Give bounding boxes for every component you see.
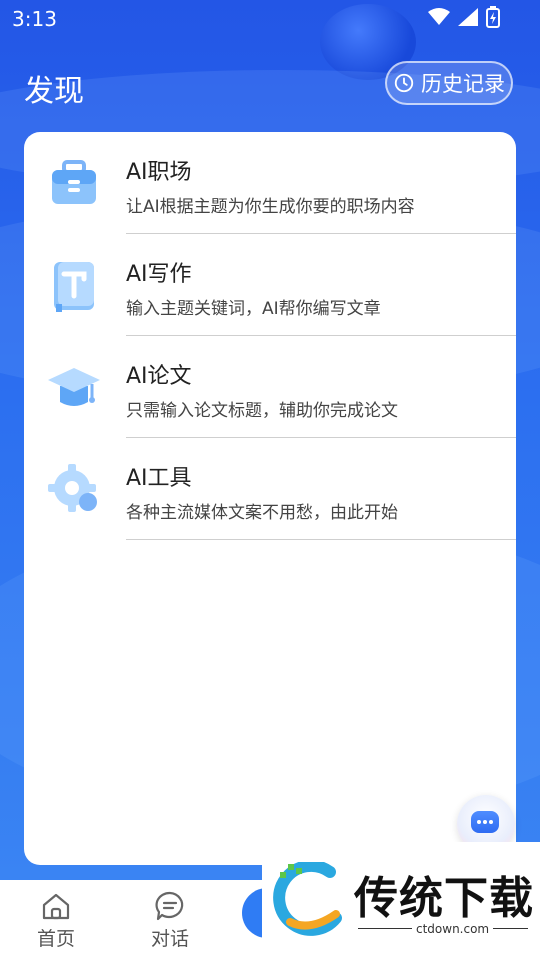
signal-icon — [458, 8, 478, 26]
item-description: 各种主流媒体文案不用愁，由此开始 — [126, 503, 398, 523]
item-title: AI职场 — [126, 160, 192, 185]
item-title: AI工具 — [126, 466, 192, 491]
tab-chat[interactable]: 对话 — [130, 890, 210, 951]
feature-list-card: AI职场 让AI根据主题为你生成你要的职场内容 AI写作 输入主题关键词，AI帮… — [24, 132, 516, 865]
wifi-icon — [428, 8, 450, 25]
divider — [126, 539, 516, 540]
item-description: 输入主题关键词，AI帮你编写文章 — [126, 299, 381, 319]
list-item-ai-writing[interactable]: AI写作 输入主题关键词，AI帮你编写文章 — [24, 234, 516, 336]
watermark-url: ctdown.com — [412, 922, 494, 936]
chat-bubble-icon — [471, 811, 499, 833]
tab-home[interactable]: 首页 — [16, 890, 96, 951]
page-title: 发现 — [24, 74, 84, 109]
item-description: 只需输入论文标题，辅助你完成论文 — [126, 401, 398, 421]
history-button-label: 历史记录 — [421, 72, 505, 96]
status-icons — [428, 6, 500, 28]
chat-icon — [155, 891, 184, 921]
home-icon — [42, 893, 70, 920]
graduation-cap-icon — [48, 368, 100, 406]
item-title: AI写作 — [126, 262, 192, 287]
battery-icon — [486, 6, 500, 28]
tab-home-label: 首页 — [36, 928, 75, 950]
list-item-ai-tools[interactable]: AI工具 各种主流媒体文案不用愁，由此开始 — [24, 438, 516, 540]
history-button[interactable]: 历史记录 — [385, 61, 513, 105]
list-item-ai-paper[interactable]: AI论文 只需输入论文标题，辅助你完成论文 — [24, 336, 516, 438]
watermark: 传统下载 ctdown.com — [262, 842, 540, 960]
item-title: AI论文 — [126, 364, 192, 389]
gear-icon — [48, 464, 97, 512]
watermark-text: 传统下载 — [354, 873, 534, 924]
clock-icon — [394, 73, 414, 93]
list-item-ai-workplace[interactable]: AI职场 让AI根据主题为你生成你要的职场内容 — [24, 132, 516, 234]
briefcase-icon — [52, 160, 96, 204]
watermark-logo-icon — [273, 862, 342, 936]
item-description: 让AI根据主题为你生成你要的职场内容 — [126, 197, 415, 217]
writing-book-icon — [54, 262, 94, 312]
status-time: 3:13 — [12, 7, 57, 31]
tab-chat-label: 对话 — [150, 928, 189, 950]
status-bar: 3:13 — [0, 0, 540, 38]
